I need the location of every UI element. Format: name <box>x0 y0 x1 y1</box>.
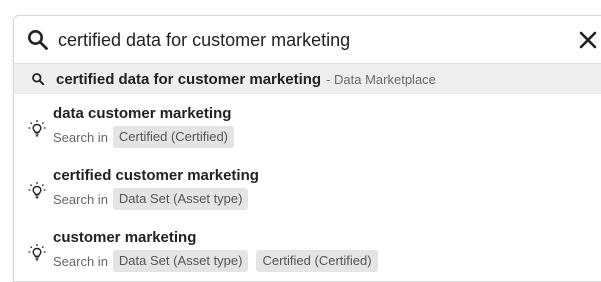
result-meta: Search in Certified (Certified) <box>53 126 242 148</box>
result-title: customer marketing <box>53 229 197 246</box>
result-meta: Search in Data Set (Asset type) <box>53 188 256 210</box>
suggestion-item-marketplace[interactable]: certified data for customer marketing - … <box>14 64 601 94</box>
search-input[interactable] <box>58 26 558 54</box>
lightbulb-icon <box>28 244 46 261</box>
search-icon <box>28 30 48 50</box>
close-icon[interactable] <box>576 28 600 52</box>
search-in-label: Search in <box>53 129 108 145</box>
lightbulb-icon <box>28 182 46 199</box>
search-in-label: Search in <box>53 253 108 269</box>
search-dropdown-panel: certified data for customer marketing - … <box>13 15 601 282</box>
filter-tag[interactable]: Certified (Certified) <box>256 250 378 272</box>
result-title: certified customer marketing <box>53 167 259 184</box>
suggestion-source: - Data Marketplace <box>326 71 436 87</box>
search-bar <box>14 16 601 64</box>
search-icon <box>32 73 45 86</box>
search-in-label: Search in <box>53 191 108 207</box>
list-item[interactable]: customer marketing Search in Data Set (A… <box>14 226 601 281</box>
result-title: data customer marketing <box>53 105 232 122</box>
filter-tag[interactable]: Certified (Certified) <box>112 126 235 148</box>
list-item[interactable]: certified customer marketing Search in D… <box>14 164 601 220</box>
filter-tag[interactable]: Data Set (Asset type) <box>112 188 249 210</box>
filter-tag[interactable]: Data Set (Asset type) <box>112 250 249 272</box>
result-meta: Search in Data Set (Asset type) Certifie… <box>53 250 386 272</box>
list-item[interactable]: data customer marketing Search in Certif… <box>14 102 601 158</box>
suggestion-query: certified data for customer marketing <box>56 70 322 88</box>
lightbulb-icon <box>28 120 46 137</box>
